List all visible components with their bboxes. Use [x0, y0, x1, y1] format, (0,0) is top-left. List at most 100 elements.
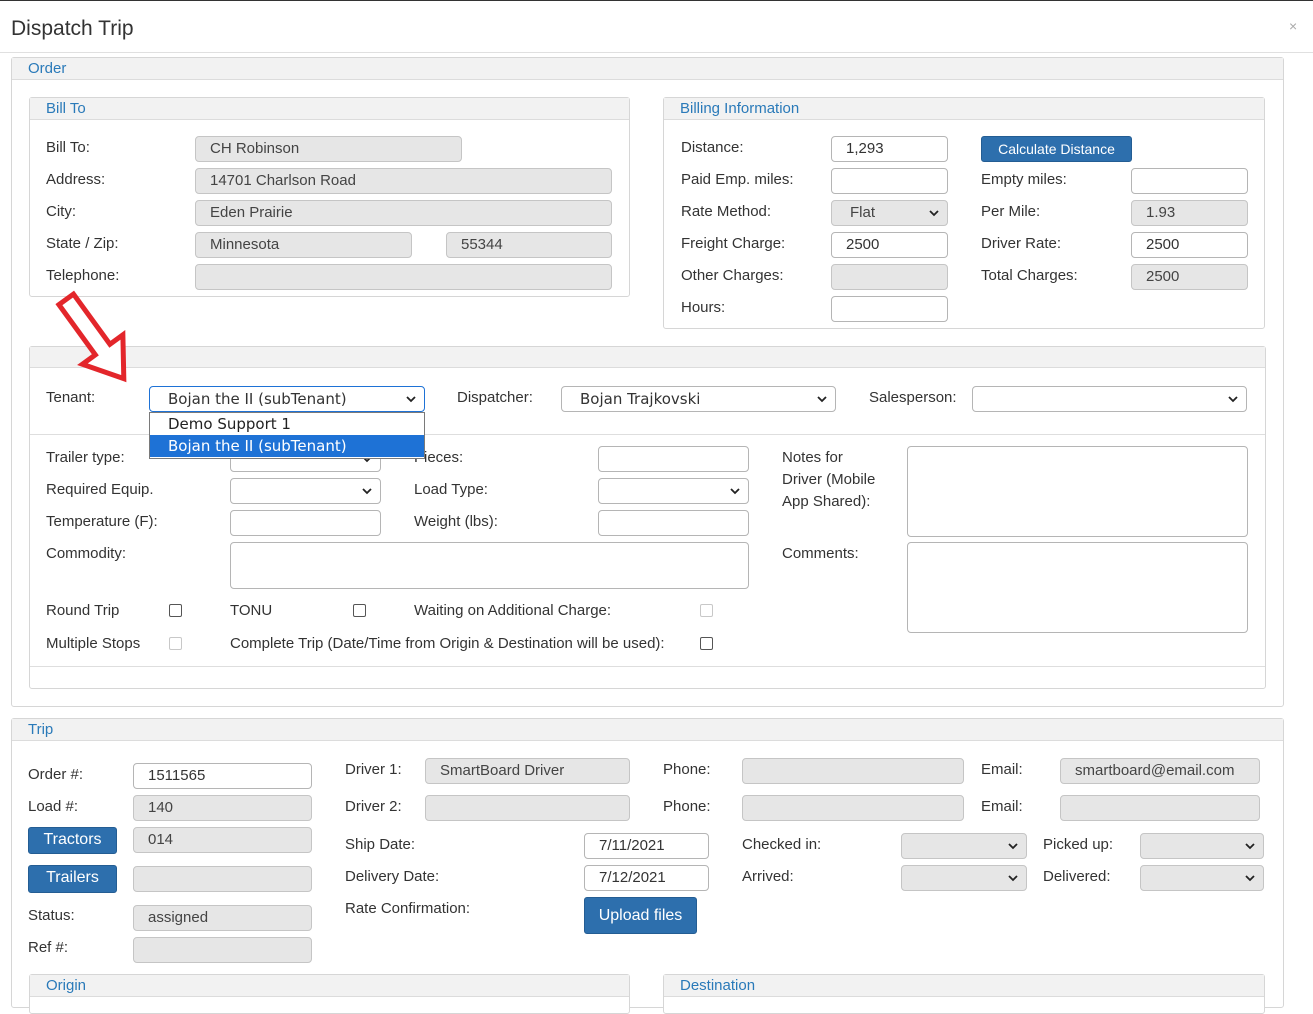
telephone-label: Telephone: [46, 267, 120, 284]
round-trip-label: Round Trip [46, 602, 120, 619]
notes-label-line3: App Shared): [782, 493, 871, 510]
pieces-field[interactable] [598, 446, 749, 472]
phone1-field[interactable] [742, 758, 964, 784]
distance-label: Distance: [681, 139, 744, 156]
per-mile-field[interactable]: 1.93 [1131, 200, 1248, 226]
weight-field[interactable] [598, 510, 749, 536]
multiple-stops-checkbox[interactable] [169, 637, 182, 650]
divider [30, 666, 1265, 667]
temperature-label: Temperature (F): [46, 513, 158, 530]
tenant-option-selected[interactable]: Bojan the II (subTenant) [150, 435, 424, 457]
status-field[interactable]: assigned [133, 905, 312, 931]
rate-method-select[interactable]: Flat [831, 200, 948, 226]
rate-confirmation-label: Rate Confirmation: [345, 900, 471, 917]
trailers-button[interactable]: Trailers [28, 865, 117, 893]
trailer-field[interactable] [133, 866, 312, 892]
telephone-field[interactable] [195, 264, 612, 290]
ship-date-field[interactable]: 7/11/2021 [584, 833, 709, 859]
state-zip-label: State / Zip: [46, 235, 119, 252]
driver2-field[interactable] [425, 795, 630, 821]
tonu-checkbox[interactable] [353, 604, 366, 617]
other-charges-field[interactable] [831, 264, 948, 290]
trip-legend: Trip [12, 719, 1283, 741]
tractor-field[interactable]: 014 [133, 827, 312, 853]
email2-field[interactable] [1060, 795, 1260, 821]
delivered-select[interactable] [1140, 865, 1264, 891]
tenant-label: Tenant: [46, 389, 96, 406]
close-icon[interactable]: × [1289, 17, 1297, 35]
order-number-field[interactable]: 1511565 [133, 763, 312, 789]
notes-for-driver-textarea[interactable] [907, 446, 1248, 537]
calculate-distance-button[interactable]: Calculate Distance [981, 136, 1132, 162]
picked-up-select[interactable] [1140, 833, 1264, 859]
hours-field[interactable] [831, 296, 948, 322]
commodity-textarea[interactable] [230, 542, 749, 589]
freight-charge-label: Freight Charge: [681, 235, 786, 252]
chevron-down-icon [1228, 396, 1238, 403]
bill-to-field[interactable]: CH Robinson [195, 136, 462, 162]
driver1-field[interactable]: SmartBoard Driver [425, 758, 630, 784]
phone1-label: Phone: [663, 761, 711, 778]
notes-label-line2: Driver (Mobile [782, 471, 876, 488]
tenant-dropdown-list: Demo Support 1 Bojan the II (subTenant) [149, 412, 425, 459]
empty-miles-label: Empty miles: [981, 171, 1067, 188]
per-mile-label: Per Mile: [981, 203, 1041, 220]
required-equip-select[interactable] [230, 478, 381, 504]
zip-field[interactable]: 55344 [446, 232, 612, 258]
paid-emp-miles-field[interactable] [831, 168, 948, 194]
dispatcher-label: Dispatcher: [457, 389, 533, 406]
driver-rate-field[interactable]: 2500 [1131, 232, 1248, 258]
complete-trip-label: Complete Trip (Date/Time from Origin & D… [230, 635, 665, 652]
weight-label: Weight (lbs): [414, 513, 498, 530]
ref-number-label: Ref #: [28, 939, 69, 956]
comments-label: Comments: [782, 545, 859, 562]
dialog-title: Dispatch Trip [11, 17, 134, 40]
dispatcher-select[interactable]: Bojan Trajkovski [561, 386, 836, 412]
phone2-field[interactable] [742, 795, 964, 821]
waiting-charge-checkbox[interactable] [700, 604, 713, 617]
tenant-option[interactable]: Demo Support 1 [150, 413, 424, 435]
ref-number-field[interactable] [133, 937, 312, 963]
billing-legend: Billing Information [664, 98, 1264, 120]
chevron-down-icon [362, 488, 372, 495]
tenant-select[interactable]: Bojan the II (subTenant) [149, 386, 425, 412]
bill-to-legend: Bill To [30, 98, 629, 120]
load-type-select[interactable] [598, 478, 749, 504]
rate-method-label: Rate Method: [681, 203, 772, 220]
distance-field[interactable]: 1,293 [831, 136, 948, 162]
total-charges-field[interactable]: 2500 [1131, 264, 1248, 290]
waiting-charge-label: Waiting on Additional Charge: [414, 602, 612, 619]
chevron-down-icon [406, 396, 416, 403]
salesperson-label: Salesperson: [869, 389, 957, 406]
salesperson-select[interactable] [972, 386, 1247, 412]
red-arrow-annotation [55, 290, 127, 383]
email1-field[interactable]: smartboard@email.com [1060, 758, 1260, 784]
temperature-field[interactable] [230, 510, 381, 536]
city-label: City: [46, 203, 76, 220]
checked-in-select[interactable] [901, 833, 1027, 859]
load-number-field[interactable]: 140 [133, 795, 312, 821]
complete-trip-checkbox[interactable] [700, 637, 713, 650]
freight-charge-field[interactable]: 2500 [831, 232, 948, 258]
address-field[interactable]: 14701 Charlson Road [195, 168, 612, 194]
commodity-label: Commodity: [46, 545, 127, 562]
dialog-header: Dispatch Trip × [0, 0, 1313, 53]
order-number-label: Order #: [28, 766, 84, 783]
state-field[interactable]: Minnesota [195, 232, 412, 258]
chevron-down-icon [1245, 875, 1255, 882]
arrived-label: Arrived: [742, 868, 794, 885]
round-trip-checkbox[interactable] [169, 604, 182, 617]
tractors-button[interactable]: Tractors [28, 827, 117, 854]
details-legend [30, 347, 1265, 368]
order-legend: Order [12, 58, 1283, 80]
picked-up-label: Picked up: [1043, 836, 1114, 853]
comments-textarea[interactable] [907, 542, 1248, 633]
arrived-select[interactable] [901, 865, 1027, 891]
upload-files-button[interactable]: Upload files [584, 897, 697, 934]
driver2-label: Driver 2: [345, 798, 402, 815]
trailer-type-label: Trailer type: [46, 449, 125, 466]
hours-label: Hours: [681, 299, 726, 316]
empty-miles-field[interactable] [1131, 168, 1248, 194]
city-field[interactable]: Eden Prairie [195, 200, 612, 226]
delivery-date-field[interactable]: 7/12/2021 [584, 865, 709, 891]
